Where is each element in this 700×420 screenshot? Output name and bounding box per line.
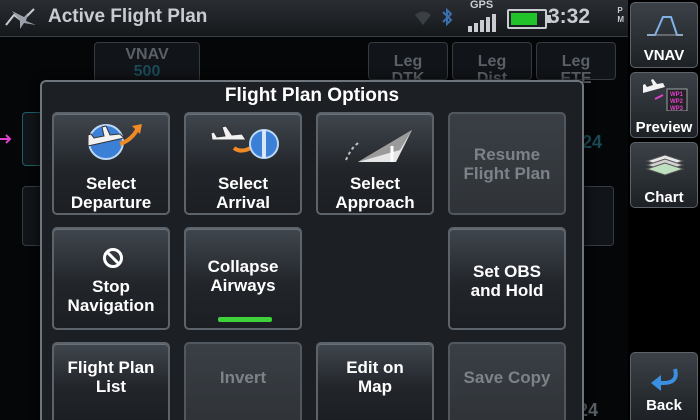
leg-dtk-field: Leg DTK: [368, 42, 448, 87]
set-obs-and-hold-button[interactable]: Set OBS and Hold: [448, 227, 566, 330]
signal-bars-icon: [468, 14, 496, 32]
svg-text:WP1: WP1: [670, 92, 684, 98]
vnav-label: VNAV: [643, 47, 685, 64]
leg-dist-field: Leg Dist: [452, 42, 532, 87]
prohibit-icon: [103, 248, 123, 268]
select-departure-button[interactable]: Select Departure: [52, 112, 170, 215]
collapse-airways-button[interactable]: Collapse Airways: [184, 227, 302, 330]
dialog-title: Flight Plan Options: [224, 85, 400, 106]
clock-ampm: P M: [617, 6, 624, 24]
back-button[interactable]: Back: [630, 352, 698, 420]
row-value: 24: [582, 132, 603, 152]
vnav-button[interactable]: VNAV: [630, 2, 698, 68]
save-copy-label: Save Copy: [463, 368, 551, 387]
collapse-airways-toggle-indicator: [218, 317, 272, 322]
clock-time: 3:32: [548, 5, 591, 28]
back-label: Back: [646, 397, 682, 414]
title-bar: Active Flight Plan GPS 3:32 P M: [0, 0, 628, 37]
flight-plan-list-label: Flight Plan List: [67, 358, 155, 396]
resume-flight-plan-label: Resume Flight Plan: [463, 145, 551, 183]
waypoint-row-right: [580, 186, 614, 246]
battery-icon: [507, 9, 551, 29]
select-arrival-label: Select Arrival: [216, 174, 270, 212]
svg-text:WP2: WP2: [670, 99, 684, 105]
chart-button[interactable]: Chart: [630, 142, 698, 208]
vnav-profile-icon: [647, 16, 683, 36]
battery-level: [511, 13, 537, 25]
select-approach-label: Select Approach: [335, 174, 415, 212]
vnav-field: VNAV 500: [94, 42, 200, 82]
invert-label: Invert: [219, 368, 267, 387]
leg-ete-field: Leg ETE: [536, 42, 616, 87]
active-flight-plan-page: Active Flight Plan GPS 3:32 P M VNAV 500…: [0, 0, 628, 420]
side-button-bar: VNAV WP1 WP2 WP3 Preview Chart Back: [630, 0, 700, 420]
select-approach-button[interactable]: Select Approach: [316, 112, 434, 215]
departure-icon: [87, 124, 142, 160]
flight-plan-icon: [5, 8, 36, 29]
back-arrow-icon: [651, 368, 678, 391]
approach-icon: [345, 130, 412, 162]
select-arrival-button[interactable]: Select Arrival: [184, 112, 302, 215]
svg-text:WP3: WP3: [670, 106, 684, 111]
wifi-icon: [415, 11, 431, 25]
page-title: Active Flight Plan: [48, 6, 208, 27]
edit-on-map-button[interactable]: Edit on Map: [316, 342, 434, 420]
resume-flight-plan-button[interactable]: Resume Flight Plan: [448, 112, 566, 215]
flight-plan-options-dialog: Flight Plan Options Select Departure Sel…: [40, 80, 584, 420]
bluetooth-icon: [442, 7, 453, 27]
active-leg-arrow-icon: [0, 134, 12, 144]
edit-on-map-label: Edit on Map: [346, 358, 404, 396]
chart-label: Chart: [644, 189, 684, 206]
save-copy-button[interactable]: Save Copy: [448, 342, 566, 420]
arrival-icon: [210, 125, 279, 159]
invert-button[interactable]: Invert: [184, 342, 302, 420]
preview-icon: WP1 WP2 WP3: [643, 79, 688, 111]
clock: 3:32: [548, 5, 590, 29]
preview-button[interactable]: WP1 WP2 WP3 Preview: [630, 72, 698, 138]
collapse-airways-label: Collapse Airways: [207, 257, 279, 295]
stop-navigation-button[interactable]: Stop Navigation: [52, 227, 170, 330]
preview-label: Preview: [635, 119, 693, 136]
set-obs-and-hold-label: Set OBS and Hold: [470, 262, 544, 300]
chart-icon: [645, 154, 685, 176]
stop-navigation-label: Stop Navigation: [67, 277, 155, 315]
flight-plan-list-button[interactable]: Flight Plan List: [52, 342, 170, 420]
select-departure-label: Select Departure: [70, 174, 152, 212]
